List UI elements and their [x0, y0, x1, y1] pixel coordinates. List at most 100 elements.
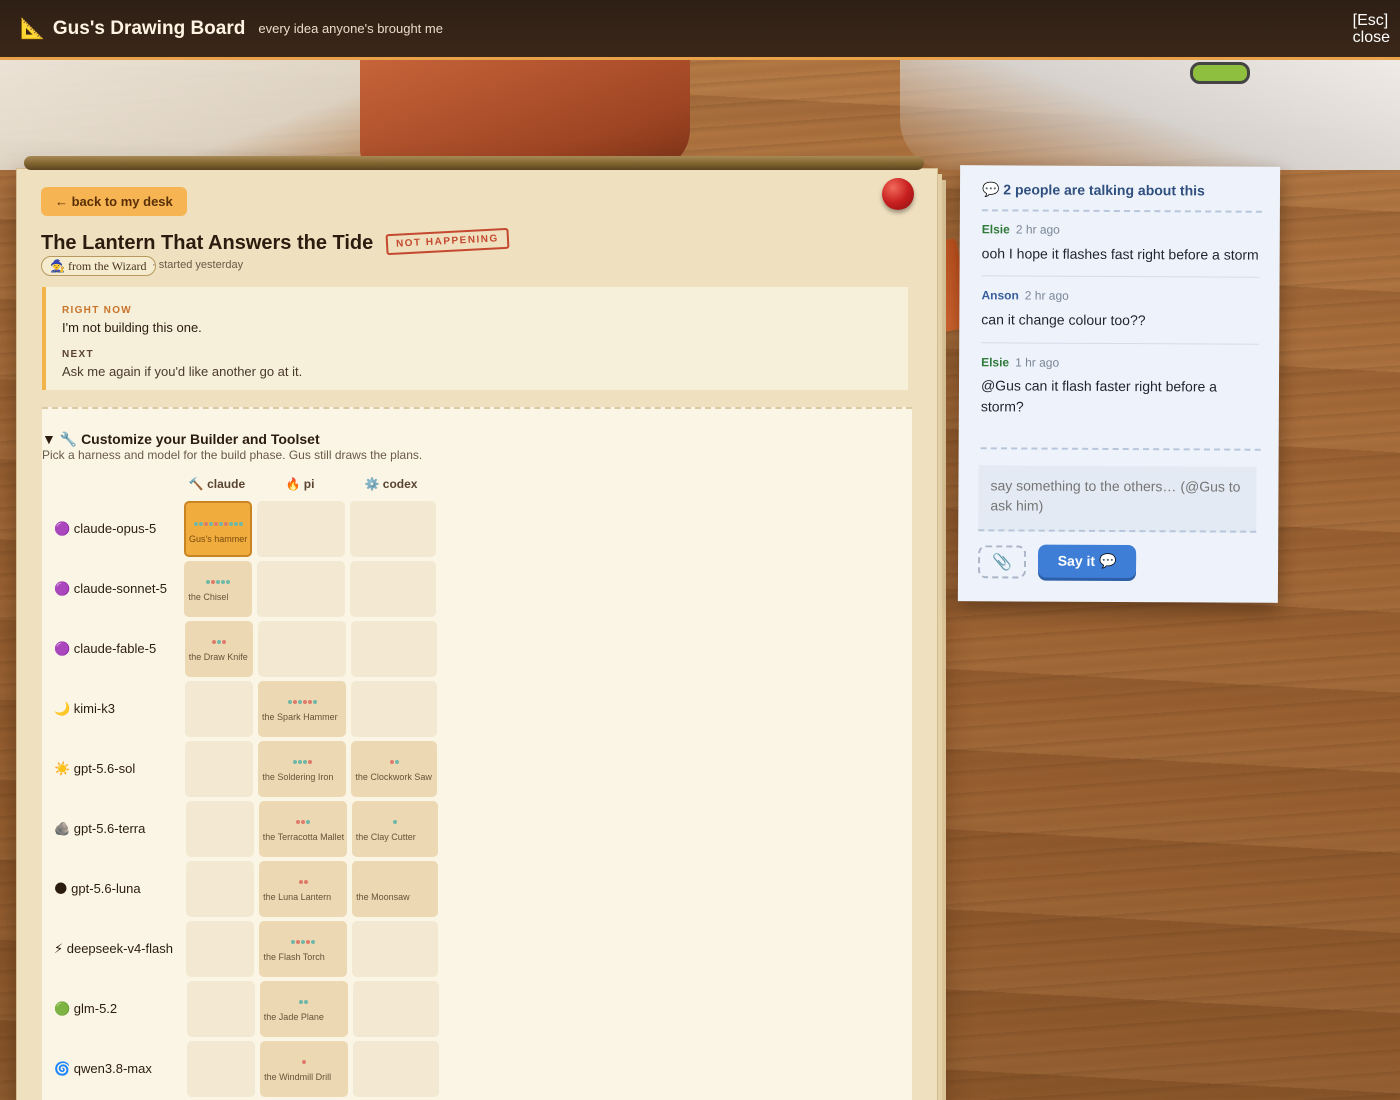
started-text: · started yesterday [152, 259, 244, 271]
tool-cell[interactable]: the Flash Torch [259, 921, 348, 977]
tool-cell[interactable]: the Spark Hammer [258, 681, 347, 737]
message-text: ooh I hope it flashes fast right before … [981, 245, 1259, 263]
tool-name: the Luna Lantern [263, 892, 332, 902]
next-text: Ask me again if you'd like another go at… [62, 364, 303, 379]
usage-dot [389, 760, 394, 764]
usage-dot [392, 820, 397, 824]
usage-dot [303, 880, 308, 884]
usage-dots [260, 1000, 348, 1004]
usage-dot [302, 760, 307, 764]
selected-tool-cell[interactable]: Gus's hammer [184, 501, 252, 557]
spirit-level-decoration [900, 60, 1400, 170]
tool-cell[interactable]: the Draw Knife [184, 621, 253, 677]
usage-dot [226, 580, 231, 584]
say-it-button[interactable]: Say it 💬 [1037, 544, 1137, 579]
tool-name: the Chisel [188, 592, 229, 602]
usage-dot [211, 580, 216, 584]
toolset-toggle[interactable]: ▼ 🔧 Customize your Builder and Toolset [42, 431, 320, 448]
tool-cell[interactable]: the Moonsaw [352, 861, 439, 917]
esc-key-label: [Esc] [1352, 12, 1389, 29]
tool-name: the Clockwork Saw [355, 772, 432, 782]
message-time: 2 hr ago [1024, 288, 1069, 303]
right-now-text: I'm not building this one. [62, 320, 202, 335]
toolset-panel: ▼ 🔧 Customize your Builder and Toolset P… [42, 407, 912, 1100]
tool-name: the Draw Knife [188, 652, 248, 662]
usage-dot [287, 700, 292, 704]
tool-cell[interactable]: the Chisel [184, 561, 253, 617]
from-tag: 🧙 from the Wizard [41, 256, 156, 276]
usage-dot [297, 760, 302, 764]
clipboard-rod [24, 156, 924, 170]
back-to-desk-button[interactable]: ← back to my desk [41, 187, 187, 216]
usage-dot [208, 522, 213, 526]
usage-dot [311, 940, 316, 944]
tool-cell[interactable]: the Terracotta Mallet [258, 801, 347, 857]
empty-cell[interactable] [186, 981, 255, 1037]
red-pin-icon [882, 178, 914, 210]
usage-dots [259, 880, 347, 884]
app-title: Gus's Drawing Board [52, 17, 246, 39]
usage-dot [228, 522, 233, 526]
usage-dot [223, 522, 228, 526]
usage-dot [394, 760, 399, 764]
tool-cell[interactable]: the Soldering Iron [258, 741, 347, 797]
usage-dot [299, 1000, 304, 1004]
tool-cell[interactable]: the Clockwork Saw [351, 741, 438, 797]
message-separator [981, 275, 1260, 278]
usage-dots [186, 522, 250, 526]
empty-cell[interactable] [352, 921, 439, 977]
empty-cell[interactable] [353, 1041, 440, 1097]
message-text: can it change colour too?? [981, 311, 1146, 329]
app-subtitle: every idea anyone's brought me [258, 21, 443, 36]
usage-dot [296, 940, 301, 944]
message-time: 1 hr ago [1015, 355, 1060, 370]
tool-name: the Spark Hammer [262, 712, 338, 722]
usage-dot [221, 640, 226, 644]
model-row-label: 🟢 glm-5.2 [54, 1001, 118, 1016]
next-label: NEXT [62, 349, 94, 360]
message-author: Elsie 2 hr ago [982, 222, 1060, 236]
close-button[interactable]: [Esc] close [1353, 12, 1390, 46]
empty-cell[interactable] [351, 681, 438, 737]
usage-dot [292, 760, 297, 764]
usage-dot [218, 522, 223, 526]
tool-name: the Terracotta Mallet [262, 832, 345, 842]
tool-name: the Soldering Iron [262, 772, 334, 782]
tool-name: the Jade Plane [263, 1012, 324, 1022]
empty-cell[interactable] [186, 921, 255, 977]
chat-divider [980, 447, 1261, 451]
usage-dots [184, 580, 252, 584]
tool-cell[interactable]: the Luna Lantern [259, 861, 348, 917]
empty-cell[interactable] [187, 1041, 256, 1097]
empty-cell[interactable] [350, 501, 436, 557]
tool-cell[interactable]: the Windmill Drill [260, 1041, 349, 1097]
attach-button[interactable]: 📎 [977, 545, 1027, 579]
empty-cell[interactable] [185, 681, 254, 737]
usage-dot [306, 940, 311, 944]
empty-cell[interactable] [186, 861, 255, 917]
empty-cell[interactable] [352, 981, 439, 1037]
empty-cell[interactable] [185, 741, 254, 797]
empty-cell[interactable] [257, 501, 345, 557]
message-separator [981, 342, 1260, 345]
usage-dots [351, 760, 437, 764]
model-row-label: 🌑 gpt-5.6-luna [54, 881, 141, 896]
empty-cell[interactable] [257, 561, 346, 617]
usage-dot [304, 1000, 309, 1004]
tool-name: the Flash Torch [263, 952, 325, 962]
tool-cell[interactable]: the Jade Plane [259, 981, 348, 1037]
model-row-label: ☀️ gpt-5.6-sol [54, 761, 136, 776]
author-name: Anson [981, 288, 1019, 303]
tool-cell[interactable]: the Clay Cutter [351, 801, 438, 857]
usage-dot [233, 522, 238, 526]
usage-dot [193, 522, 198, 526]
empty-cell[interactable] [350, 621, 437, 677]
empty-cell[interactable] [257, 621, 346, 677]
empty-cell[interactable] [350, 561, 437, 617]
empty-cell[interactable] [185, 801, 254, 857]
usage-dot [307, 760, 312, 764]
usage-dots [352, 820, 438, 824]
chat-input[interactable] [978, 465, 1257, 533]
usage-dots [258, 700, 346, 704]
usage-dot [300, 820, 305, 824]
